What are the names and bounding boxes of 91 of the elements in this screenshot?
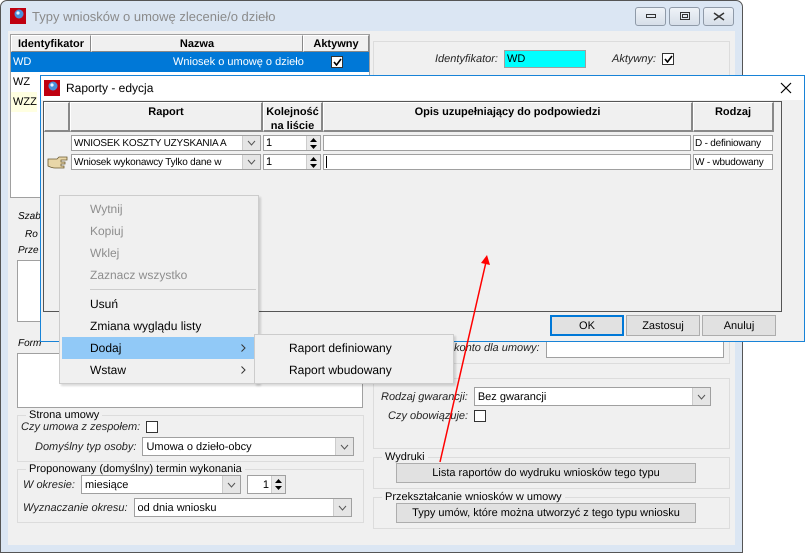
dropdown-button[interactable] — [692, 388, 710, 405]
minimize-icon — [646, 14, 656, 18]
table-row[interactable]: WZ — [11, 72, 37, 92]
input-field[interactable]: D - definiowany — [693, 135, 773, 151]
check-icon — [664, 55, 672, 63]
dropdown-field[interactable]: Umowa o dzieło-obcy — [142, 437, 354, 456]
column-header[interactable]: Nazwa — [91, 35, 303, 52]
field-label: Ro — [25, 229, 38, 241]
dropdown-field[interactable]: Bez gwarancji — [474, 387, 711, 406]
field-label: Aktywny: — [612, 53, 656, 65]
input-field[interactable]: WD — [504, 50, 586, 68]
spin-field[interactable]: 1 — [263, 135, 321, 151]
table-row[interactable]: WD Wniosek o umowę o dzieło — [11, 52, 369, 72]
group-title: Proponowany (domyślny) termin wykonania — [28, 463, 243, 475]
chevron-down-icon — [247, 159, 256, 165]
column-header[interactable]: Identyfikator — [11, 35, 91, 52]
field-label: Czy umowa z zespołem: — [21, 421, 140, 433]
dropdown-field[interactable]: od dnia wniosku — [134, 498, 352, 517]
dropdown-field[interactable]: Wniosek wykonawcy Tylko dane w — [71, 154, 261, 170]
dropdown-button[interactable] — [242, 155, 260, 169]
minimize-button[interactable] — [635, 6, 666, 26]
field-label: Szab — [18, 211, 41, 223]
field-label: Prze — [18, 245, 39, 257]
column-header[interactable]: Rodzaj — [693, 102, 774, 132]
field-label: W okresie: — [23, 478, 75, 490]
field-label: Wyznaczanie okresu: — [23, 502, 128, 514]
spin-field[interactable]: 1 — [246, 475, 286, 494]
dialog-button[interactable]: Zastosuj — [626, 315, 700, 336]
dialog-title: Raporty - edycja — [66, 81, 154, 95]
dropdown-button[interactable] — [222, 476, 240, 493]
app-icon — [10, 8, 26, 24]
maximize-button[interactable] — [669, 6, 700, 26]
checkbox[interactable] — [662, 53, 674, 65]
report-list-button[interactable]: Lista raportów do wydruku wniosków tego typu — [396, 463, 696, 483]
field-label: Domyślny typ osoby: — [35, 440, 136, 452]
checkbox[interactable] — [146, 421, 158, 433]
table-cell-text: WZ — [12, 76, 32, 88]
window-title: Typy wniosków o umowę zlecenie/o dzieło — [32, 8, 277, 24]
app-icon — [44, 80, 60, 96]
group-title: Przekształcanie wniosków w umowy — [384, 491, 563, 503]
spin-button[interactable] — [306, 136, 320, 150]
menu-item[interactable]: Raport wbudowany — [257, 359, 451, 381]
maximize-icon — [680, 12, 690, 20]
spin-field[interactable]: 1 — [263, 154, 321, 170]
group-title: Wydruki — [384, 451, 426, 463]
field-label: Identyfikator: — [435, 53, 498, 65]
input-field[interactable] — [323, 135, 691, 151]
table-cell-text: WD — [12, 56, 32, 68]
dialog-button[interactable]: OK — [550, 315, 624, 336]
close-icon — [780, 82, 792, 94]
chevron-down-icon — [696, 394, 706, 400]
field-label: Form — [18, 338, 42, 350]
up-down-arrows-icon — [274, 479, 282, 490]
spin-button[interactable] — [270, 476, 285, 493]
column-header[interactable]: Raport — [70, 102, 263, 132]
table-row[interactable]: WZZ — [11, 92, 37, 112]
column-header[interactable]: Kolejność na liście — [263, 102, 323, 132]
spin-button[interactable] — [306, 155, 320, 169]
close-icon — [712, 12, 724, 20]
chevron-down-icon — [340, 444, 350, 450]
dropdown-field[interactable]: WNIOSEK KOSZTY UZYSKANIA A — [71, 135, 261, 151]
contract-types-button[interactable]: Typy umów, które można utworzyć z tego typu wniosku — [396, 503, 696, 523]
menu-item[interactable]: Wstaw — [62, 359, 256, 381]
menu-item[interactable]: Raport definiowany — [257, 337, 451, 359]
check-icon — [332, 58, 342, 66]
chevron-down-icon — [247, 140, 256, 146]
close-button[interactable] — [703, 6, 734, 26]
menu-item[interactable]: Dodaj — [62, 337, 256, 359]
menu-item[interactable]: Usuń — [62, 293, 256, 315]
table-cell-text: WZZ — [12, 96, 37, 108]
input-field[interactable]: W - wbudowany — [693, 154, 773, 170]
corner-header — [44, 102, 70, 132]
dropdown-button[interactable] — [332, 499, 351, 516]
dropdown-field[interactable]: miesiące — [80, 475, 241, 494]
menu-item[interactable]: Zmiana wyglądu listy — [62, 315, 256, 337]
column-header[interactable]: Opis uzupełniający do podpowiedzi — [323, 102, 693, 132]
column-header[interactable]: Aktywny — [303, 35, 369, 52]
group-title: Strona umowy — [28, 409, 100, 421]
dialog-button[interactable]: Anuluj — [702, 315, 776, 336]
chevron-down-icon — [226, 482, 236, 488]
input-field[interactable] — [323, 154, 691, 170]
checkbox[interactable] — [474, 410, 486, 422]
checkbox[interactable] — [331, 56, 343, 68]
chevron-right-icon — [241, 366, 246, 374]
chevron-down-icon — [338, 504, 347, 510]
up-down-arrows-icon — [310, 156, 317, 168]
chevron-right-icon — [241, 344, 246, 352]
dropdown-button[interactable] — [242, 136, 260, 150]
table-cell-text: Wniosek o umowę o dzieło — [172, 56, 303, 68]
dropdown-button[interactable] — [335, 438, 354, 455]
up-down-arrows-icon — [310, 138, 317, 148]
